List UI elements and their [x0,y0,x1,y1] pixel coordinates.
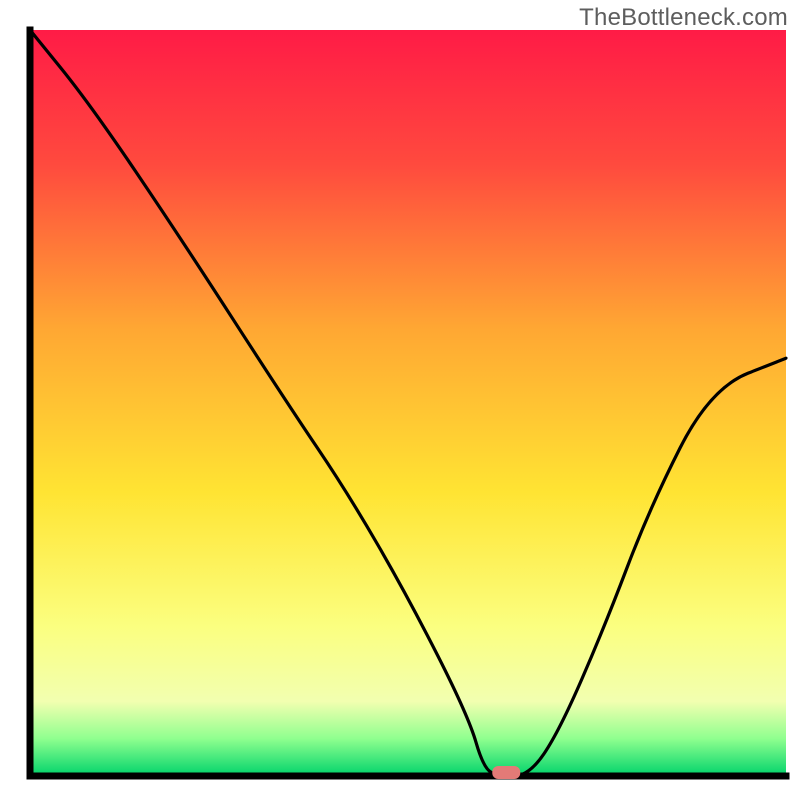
plot-background [30,30,786,776]
watermark-text: TheBottleneck.com [579,4,788,32]
minimum-marker [492,766,520,779]
bottleneck-chart [0,0,800,800]
chart-frame: TheBottleneck.com [0,0,800,800]
